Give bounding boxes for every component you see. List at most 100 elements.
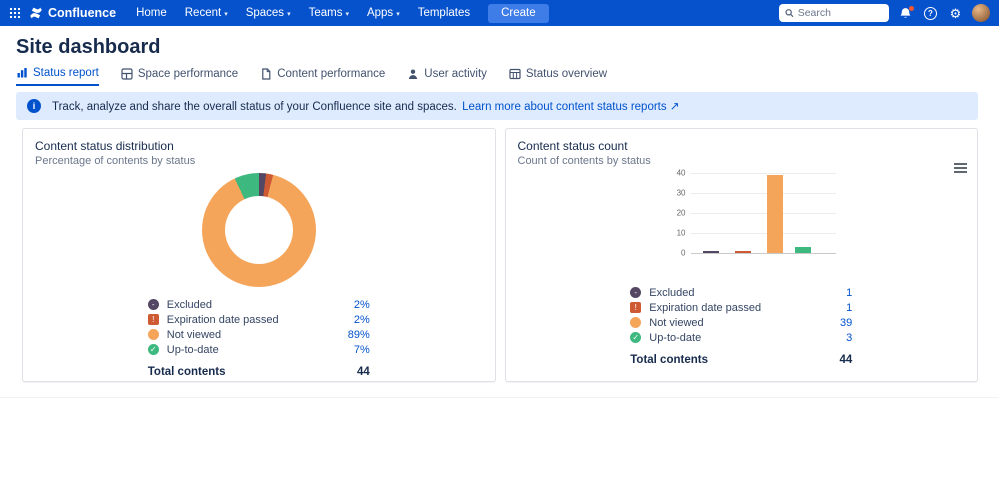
tab-content-performance[interactable]: Content performance — [260, 67, 385, 86]
tab-label: Status report — [33, 67, 99, 79]
tab-space-performance[interactable]: Space performance — [121, 67, 238, 86]
legend-row: Not viewed 89% — [147, 327, 370, 342]
chevron-down-icon: ▾ — [287, 10, 291, 18]
status-glyph: - — [634, 287, 638, 297]
content-status-count-card: Content status count Count of contents b… — [504, 128, 978, 382]
legend-label: Not viewed — [649, 316, 704, 329]
donut-legend: - Excluded 2% ! Expiration date passed 2… — [147, 297, 370, 378]
dashboard-cards: Content status distribution Percentage o… — [22, 128, 978, 382]
excluded-status-icon: - — [630, 287, 642, 298]
tab-label: User activity — [424, 68, 487, 80]
nav-item-templates[interactable]: Templates — [418, 7, 470, 19]
top-navigation-bar: Confluence Home Recent ▾ Spaces ▾ Teams ▾ A… — [0, 0, 999, 26]
nav-item-label: Apps — [366, 7, 394, 19]
gridline — [690, 213, 836, 214]
bar-chart: 40 30 20 10 0 — [518, 167, 966, 275]
user-icon — [409, 69, 418, 79]
dashboard-tabs: Status report Space performance Content … — [16, 67, 607, 86]
legend-value-link[interactable]: 2% — [354, 299, 370, 311]
gridline — [690, 173, 836, 174]
up-to-date-status-icon: ✓ — [630, 332, 642, 343]
tab-label: Space performance — [137, 68, 239, 80]
status-glyph: ! — [634, 302, 637, 312]
not-viewed-status-icon — [147, 329, 159, 340]
legend-value-link[interactable]: 2% — [354, 314, 370, 326]
help-icon[interactable]: ? — [922, 5, 939, 22]
chevron-down-icon: ▾ — [345, 10, 349, 18]
nav-item-label: Teams — [308, 7, 343, 19]
y-axis-tick: 30 — [676, 188, 686, 198]
banner-message: Track, analyze and share the overall sta… — [52, 101, 457, 113]
status-glyph: - — [151, 299, 155, 309]
learn-more-link[interactable]: Learn more about content status reports … — [462, 101, 679, 113]
card-title: Content status count — [517, 139, 628, 153]
total-label: Total contents — [147, 366, 226, 378]
confluence-logo-icon — [30, 7, 42, 19]
page-icon — [262, 68, 271, 80]
tab-user-activity[interactable]: User activity — [407, 67, 487, 86]
info-banner: i Track, analyze and share the overall s… — [16, 92, 978, 120]
nav-item-teams[interactable]: Teams ▾ — [309, 7, 349, 19]
legend-row: ! Expiration date passed 1 — [630, 300, 852, 315]
legend-value-link[interactable]: 3 — [846, 332, 852, 344]
nav-item-home[interactable]: Home — [136, 7, 167, 19]
gear-icon: ⚙ — [949, 5, 962, 21]
bar-expiration-date-passed — [734, 251, 751, 253]
bar-up-to-date — [794, 247, 811, 253]
user-avatar[interactable] — [972, 4, 990, 22]
legend-row: ✓ Up-to-date 7% — [147, 342, 370, 357]
settings-gear-icon[interactable]: ⚙ — [947, 5, 964, 22]
question-mark-icon: ? — [924, 6, 937, 20]
y-axis-tick: 0 — [681, 248, 686, 258]
tab-status-report[interactable]: Status report — [16, 67, 99, 86]
status-glyph: ✓ — [632, 332, 640, 342]
donut-chart — [201, 173, 316, 287]
nav-item-recent[interactable]: Recent ▾ — [185, 7, 228, 19]
y-axis-tick: 20 — [676, 208, 686, 218]
legend-label: Expiration date passed — [649, 301, 762, 314]
notifications-icon[interactable] — [897, 5, 914, 22]
bar-excluded — [702, 251, 719, 253]
status-glyph: ✓ — [149, 344, 157, 354]
space-layout-icon — [121, 68, 133, 80]
legend-value-link[interactable]: 1 — [846, 302, 852, 314]
bar-legend: - Excluded 1 ! Expiration date passed 1 … — [630, 285, 852, 366]
search-box[interactable] — [779, 4, 889, 22]
confluence-logo[interactable]: Confluence — [29, 6, 116, 20]
gridline — [690, 193, 836, 194]
y-axis-tick: 10 — [676, 228, 686, 238]
legend-label: Not viewed — [166, 328, 222, 341]
table-grid-icon — [509, 68, 521, 80]
tab-label: Content performance — [277, 68, 386, 80]
legend-row: Not viewed 39 — [630, 315, 852, 330]
legend-label: Excluded — [649, 286, 695, 299]
legend-value-link[interactable]: 89% — [348, 329, 370, 341]
nav-item-label: Spaces — [245, 7, 285, 19]
tab-label: Status overview — [525, 68, 608, 80]
legend-row: ! Expiration date passed 2% — [147, 312, 370, 327]
nav-item-label: Templates — [417, 7, 471, 19]
content-status-distribution-card: Content status distribution Percentage o… — [22, 128, 496, 382]
nav-item-spaces[interactable]: Spaces ▾ — [246, 7, 291, 19]
legend-row: ✓ Up-to-date 3 — [630, 330, 852, 345]
legend-value-link[interactable]: 1 — [846, 287, 852, 299]
legend-row: - Excluded 1 — [630, 285, 852, 300]
create-button[interactable]: Create — [488, 3, 549, 23]
legend-label: Expiration date passed — [166, 313, 279, 326]
app-switcher-icon[interactable] — [9, 7, 21, 19]
total-row: Total contents 44 — [630, 354, 852, 366]
chevron-down-icon: ▾ — [396, 10, 400, 18]
total-value: 44 — [839, 354, 853, 366]
legend-label: Up-to-date — [649, 331, 702, 344]
up-to-date-status-icon: ✓ — [147, 344, 159, 355]
expiration-status-icon: ! — [147, 314, 159, 325]
nav-item-apps[interactable]: Apps ▾ — [367, 7, 400, 19]
page-title: Site dashboard — [16, 36, 161, 58]
legend-value-link[interactable]: 39 — [840, 317, 852, 329]
tab-status-overview[interactable]: Status overview — [509, 67, 607, 86]
bar-not-viewed — [766, 175, 783, 253]
legend-label: Up-to-date — [166, 343, 219, 356]
legend-value-link[interactable]: 7% — [354, 344, 370, 356]
search-input[interactable] — [797, 7, 883, 19]
card-subtitle: Count of contents by status — [517, 155, 651, 167]
